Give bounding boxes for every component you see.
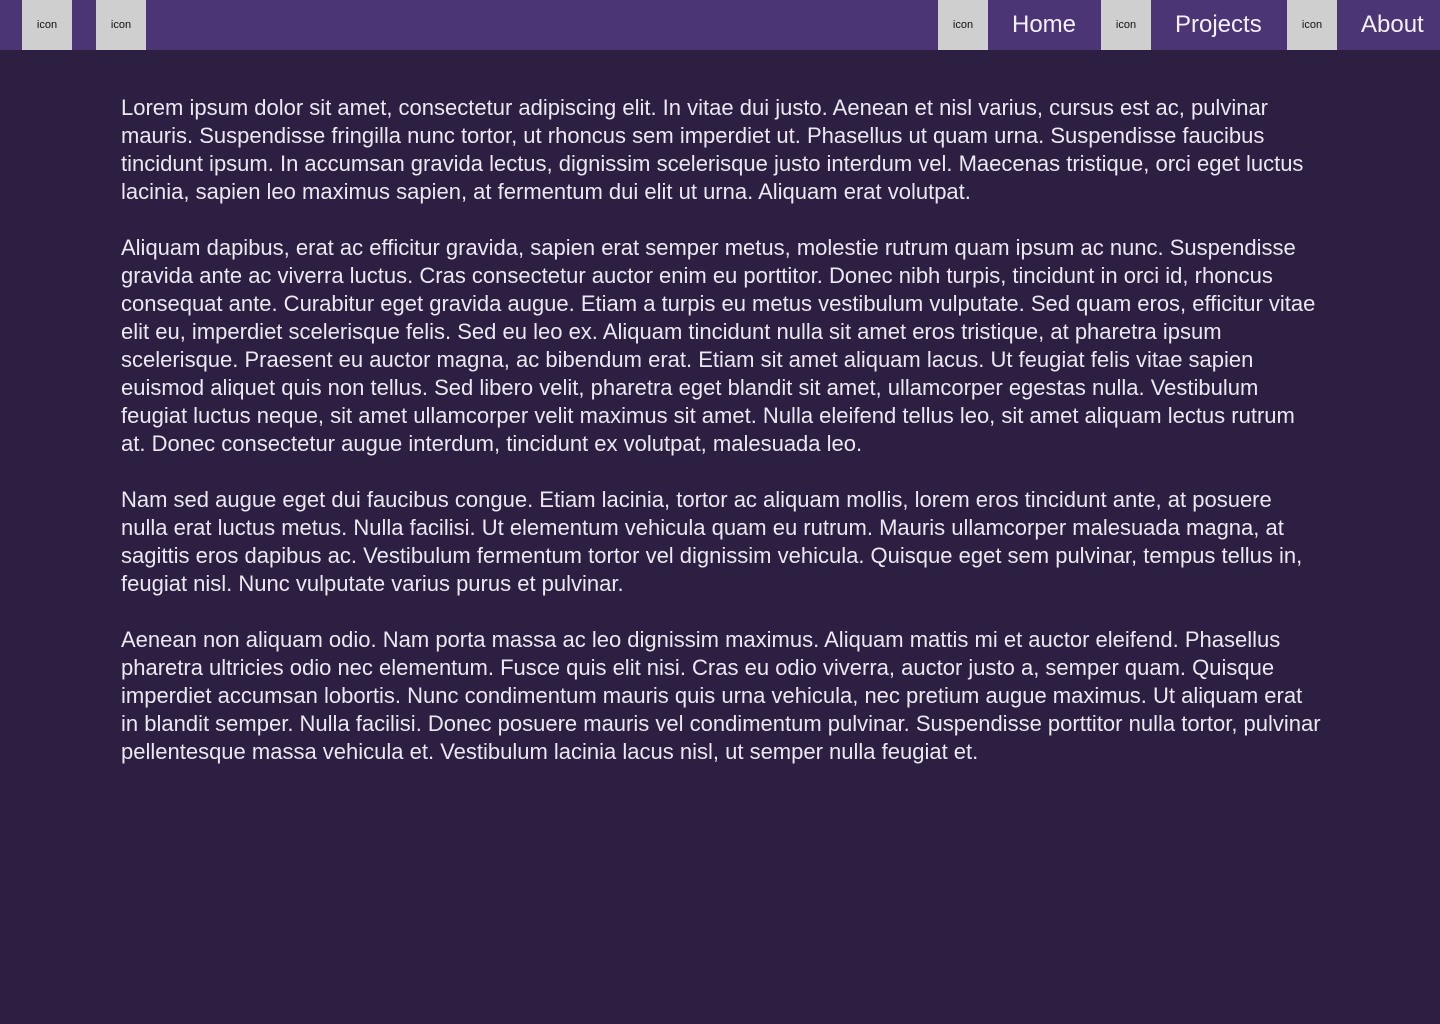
nav-link-home[interactable]: Home bbox=[1012, 0, 1076, 50]
projects-icon[interactable]: icon bbox=[1101, 0, 1151, 50]
about-icon[interactable]: icon bbox=[1287, 0, 1337, 50]
paragraph-4: Aenean non aliquam odio. Nam porta massa… bbox=[121, 627, 1321, 764]
home-icon[interactable]: icon bbox=[938, 0, 988, 50]
nav-link-projects[interactable]: Projects bbox=[1175, 0, 1262, 50]
left-placeholder-icon-2[interactable]: icon bbox=[96, 0, 146, 50]
top-navigation-bar: icon icon icon Home icon Projects icon A… bbox=[0, 0, 1440, 50]
paragraph-1: Lorem ipsum dolor sit amet, consectetur … bbox=[121, 95, 1304, 204]
paragraph-2: Aliquam dapibus, erat ac efficitur gravi… bbox=[121, 235, 1316, 456]
left-placeholder-icon-1[interactable]: icon bbox=[22, 0, 72, 50]
nav-link-about[interactable]: About bbox=[1361, 0, 1424, 50]
paragraph-3: Nam sed augue eget dui faucibus congue. … bbox=[121, 487, 1303, 596]
main-content: Lorem ipsum dolor sit amet, consectetur … bbox=[121, 94, 1321, 794]
